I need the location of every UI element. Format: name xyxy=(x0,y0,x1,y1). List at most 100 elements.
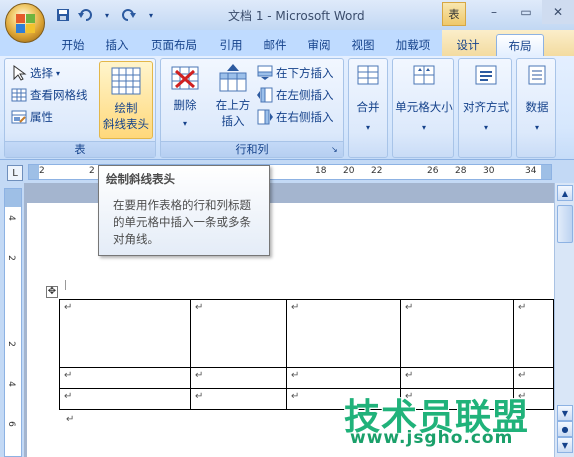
vruler-number: 6 xyxy=(5,421,16,427)
table-group-label: 表 xyxy=(5,141,155,157)
ruler-number: 20 xyxy=(343,166,355,176)
minimize-button[interactable]: – xyxy=(478,0,510,24)
draw-diagonal-label-2: 斜线表头 xyxy=(103,117,149,131)
undo-dropdown[interactable]: ▾ xyxy=(98,6,116,24)
properties-button[interactable]: 属性 xyxy=(11,107,53,127)
insert-left-button[interactable]: 在左侧插入 xyxy=(257,85,334,105)
tooltip-title: 绘制斜线表头 xyxy=(106,172,175,186)
office-button[interactable] xyxy=(5,3,45,43)
rows-columns-group: 删除 ▾ 在上方 插入 在下方插入 在左侧插入 在右侧插入 行和列 ↘ xyxy=(160,58,344,158)
dialog-launcher-icon[interactable]: ↘ xyxy=(331,145,341,155)
gridlines-icon xyxy=(11,88,27,102)
tab-page-layout[interactable]: 页面布局 xyxy=(142,34,206,56)
tooltip-line: 在要用作表格的行和列标题 xyxy=(113,198,251,212)
ruler-margin-left xyxy=(29,165,39,179)
table-move-handle[interactable]: ✥ xyxy=(46,286,58,298)
table-cell[interactable]: ↵ xyxy=(513,299,554,368)
tab-mailings[interactable]: 邮件 xyxy=(256,34,294,56)
vertical-scrollbar[interactable]: ▲ ▼ ● ▼ xyxy=(554,183,574,457)
ruler-number: 2 xyxy=(89,166,95,176)
select-button[interactable]: 选择 ▾ xyxy=(11,63,60,83)
insert-right-label: 在右侧插入 xyxy=(276,110,334,124)
browse-object-button[interactable]: ● xyxy=(557,421,573,437)
close-button[interactable]: ✕ xyxy=(542,0,574,24)
data-button[interactable]: 数据 ▾ xyxy=(519,63,555,153)
table-cell[interactable]: ↵ xyxy=(59,299,191,368)
save-button[interactable] xyxy=(54,6,72,24)
alignment-icon xyxy=(475,65,497,85)
next-page-button[interactable]: ▼ xyxy=(557,437,573,453)
chevron-down-icon: ▾ xyxy=(483,123,488,132)
table-row: ↵ ↵ ↵ ↵ ↵ xyxy=(59,367,554,389)
insert-right-button[interactable]: 在右侧插入 xyxy=(257,107,334,127)
tooltip-line: 对角线。 xyxy=(113,232,159,246)
watermark: 技术员联盟 www.jsgho.com xyxy=(344,388,529,448)
insert-right-icon xyxy=(257,109,273,125)
table-cell[interactable]: ↵ xyxy=(286,367,401,389)
tab-selector-button[interactable]: L xyxy=(7,165,23,181)
tooltip-body: 在要用作表格的行和列标题 的单元格中插入一条或多条 对角线。 xyxy=(106,197,262,248)
ruler-number: 30 xyxy=(483,166,495,176)
arrow-down-icon: ▼ xyxy=(561,408,569,418)
table-cell[interactable]: ↵ xyxy=(400,367,514,389)
window-title: 文档 1 - Microsoft Word xyxy=(228,9,365,23)
table-cell[interactable]: ↵ xyxy=(400,299,514,368)
maximize-button[interactable]: ▭ xyxy=(510,0,542,24)
tab-review[interactable]: 审阅 xyxy=(300,34,338,56)
ribbon: 选择 ▾ 查看网格线 属性 绘制 斜线表头 表 删除 ▾ 在上方 插入 在下方插… xyxy=(0,56,574,160)
vruler-number: 4 xyxy=(5,215,16,221)
tab-insert[interactable]: 插入 xyxy=(98,34,136,56)
customize-icon: ▾ xyxy=(148,10,153,20)
redo-button[interactable] xyxy=(120,6,138,24)
view-gridlines-button[interactable]: 查看网格线 xyxy=(11,85,88,105)
scroll-thumb[interactable] xyxy=(557,205,573,243)
draw-diagonal-header-button[interactable]: 绘制 斜线表头 xyxy=(99,61,153,139)
ruler-number: 22 xyxy=(371,166,383,176)
properties-label: 属性 xyxy=(30,110,53,124)
table-cell[interactable]: ↵ xyxy=(513,367,554,389)
delete-label: 删除 xyxy=(173,98,197,112)
table-cell[interactable]: ↵ xyxy=(286,299,401,368)
alignment-group: 对齐方式 ▾ xyxy=(458,58,512,158)
chevron-down-icon: ▾ xyxy=(365,123,370,132)
insert-left-icon xyxy=(257,87,273,103)
tab-references[interactable]: 引用 xyxy=(212,34,250,56)
insert-above-label-1: 在上方 xyxy=(215,98,251,112)
table-cell[interactable]: ↵ xyxy=(59,388,191,410)
double-arrow-down-icon: ▼ xyxy=(561,440,569,450)
ruler-number: 18 xyxy=(315,166,327,176)
properties-icon xyxy=(11,110,27,124)
cell-size-button[interactable]: 单元格大小 ▾ xyxy=(395,63,453,153)
tab-design[interactable]: 设计 xyxy=(446,34,490,56)
chevron-down-icon: ▾ xyxy=(534,123,539,132)
tab-addins[interactable]: 加载项 xyxy=(388,34,438,56)
insert-above-button[interactable]: 在上方 插入 xyxy=(211,63,255,137)
table-cell[interactable]: ↵ xyxy=(59,367,191,389)
tooltip-line: 的单元格中插入一条或多条 xyxy=(113,215,251,229)
table-row: ↵ ↵ ↵ ↵ ↵ xyxy=(59,299,554,368)
scroll-up-button[interactable]: ▲ xyxy=(557,185,573,201)
table-cell[interactable]: ↵ xyxy=(190,299,287,368)
table-cell[interactable]: ↵ xyxy=(190,367,287,389)
table-cell[interactable]: ↵ xyxy=(190,388,287,410)
vruler-number: 2 xyxy=(5,255,16,261)
vertical-ruler[interactable]: 4 2 2 4 6 xyxy=(4,188,22,457)
vruler-margin-top xyxy=(5,189,21,207)
merge-button[interactable]: 合并 ▾ xyxy=(351,63,385,153)
scroll-down-button[interactable]: ▼ xyxy=(557,405,573,421)
delete-button[interactable]: 删除 ▾ xyxy=(165,63,205,137)
ruler-number: 34 xyxy=(525,166,537,176)
undo-button[interactable] xyxy=(76,6,94,24)
chevron-down-icon: ▾ xyxy=(421,123,426,132)
insert-below-button[interactable]: 在下方插入 xyxy=(257,63,334,83)
chevron-down-icon: ▾ xyxy=(56,68,61,78)
tab-home[interactable]: 开始 xyxy=(52,34,94,56)
tooltip: 绘制斜线表头 在要用作表格的行和列标题 的单元格中插入一条或多条 对角线。 xyxy=(98,165,270,256)
insert-below-label: 在下方插入 xyxy=(276,66,334,80)
quick-access-toolbar: ▾ ▾ xyxy=(54,5,160,25)
tab-view[interactable]: 视图 xyxy=(344,34,382,56)
customize-qat-button[interactable]: ▾ xyxy=(142,6,160,24)
view-gridlines-label: 查看网格线 xyxy=(30,88,88,102)
alignment-button[interactable]: 对齐方式 ▾ xyxy=(461,63,511,153)
tab-layout[interactable]: 布局 xyxy=(496,34,544,56)
